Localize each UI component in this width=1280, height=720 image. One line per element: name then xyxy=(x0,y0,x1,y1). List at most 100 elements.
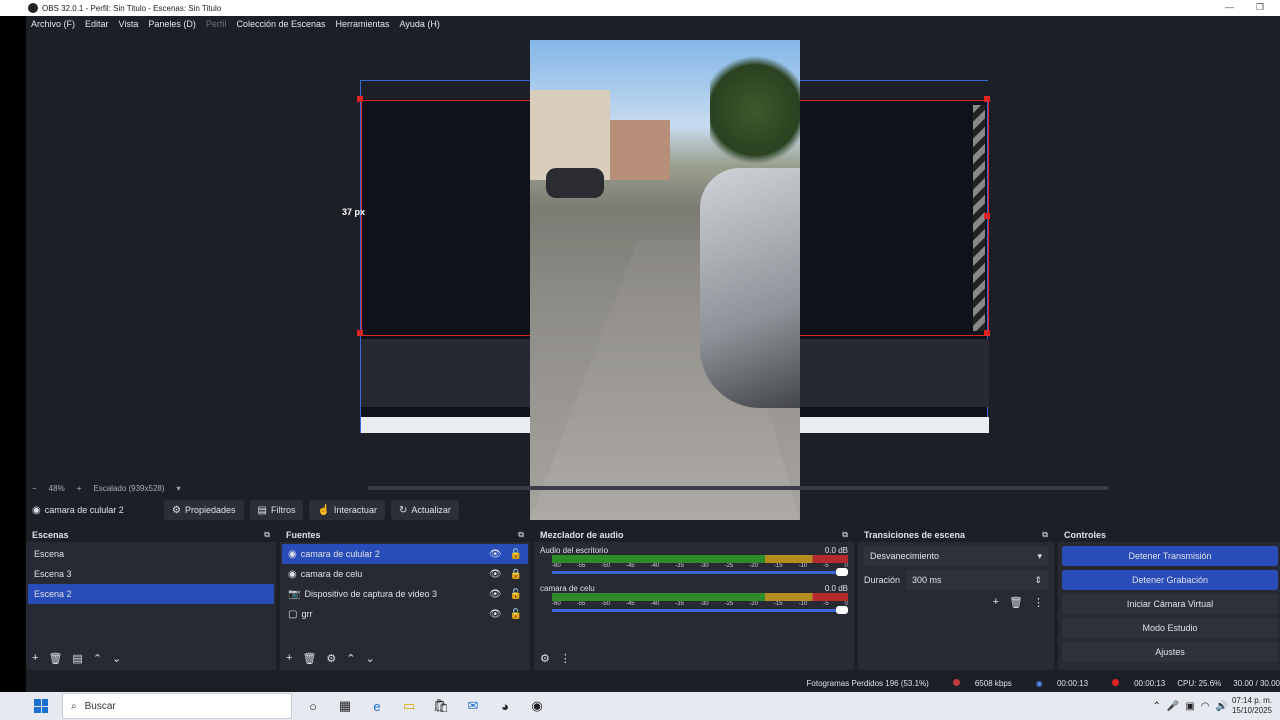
resize-handle[interactable] xyxy=(984,213,990,219)
source-item[interactable]: 📷 Dispositivo de captura de video 3 👁 🔓 xyxy=(282,584,528,604)
menu-perfil[interactable]: Perfil xyxy=(206,19,227,29)
chrome-icon[interactable]: ◕ xyxy=(494,695,516,717)
spin-arrows-icon[interactable]: ⇕ xyxy=(1034,575,1042,586)
source-item-selected[interactable]: ◉ camara de culular 2 👁 🔓 xyxy=(282,544,528,564)
horizontal-scrollbar[interactable] xyxy=(368,486,1108,490)
cortana-icon[interactable]: ○ xyxy=(302,695,324,717)
trash-icon[interactable]: 🗑 xyxy=(1009,596,1023,609)
tick: -25 xyxy=(724,563,734,569)
source-item[interactable]: ▢ grr 👁 🔓 xyxy=(282,604,528,624)
resize-handle[interactable] xyxy=(984,96,990,102)
add-icon[interactable]: + xyxy=(993,596,999,609)
volume-icon[interactable]: 🔊 xyxy=(1216,701,1228,712)
gear-icon[interactable]: ⚙ xyxy=(326,652,336,665)
store-icon[interactable]: 🛍 xyxy=(430,695,452,717)
trash-icon[interactable]: 🗑 xyxy=(48,652,62,665)
wifi-icon[interactable]: ◠ xyxy=(1201,701,1210,712)
stop-recording-button[interactable]: Detener Grabación xyxy=(1062,570,1278,590)
menu-coleccion[interactable]: Colección de Escenas xyxy=(236,19,325,29)
microphone-icon[interactable]: 🎤 xyxy=(1167,701,1179,712)
zoom-out-icon[interactable]: − xyxy=(32,484,37,493)
interact-button[interactable]: ☝ Interactuar xyxy=(309,500,385,520)
menu-ayuda[interactable]: Ayuda (H) xyxy=(400,19,440,29)
zoom-level: 48% xyxy=(48,483,65,493)
preview-canvas[interactable]: 37 px xyxy=(26,32,1280,520)
screen-icon[interactable]: ▣ xyxy=(1185,701,1194,712)
transition-select[interactable]: Desvanecimiento ▾ xyxy=(864,546,1048,566)
refresh-button[interactable]: ↻ Actualizar xyxy=(390,500,459,520)
popout-icon[interactable]: ⧉ xyxy=(1042,530,1048,540)
eye-icon[interactable]: 👁 xyxy=(489,569,502,580)
menu-archivo[interactable]: Archivo (F) xyxy=(31,19,75,29)
lock-icon[interactable]: 🔓 xyxy=(510,549,522,560)
duration-row: Duración 300 ms ⇕ xyxy=(864,570,1048,590)
move-down-icon[interactable]: ⌄ xyxy=(366,652,375,665)
move-up-icon[interactable]: ⌃ xyxy=(346,652,355,665)
stop-streaming-button[interactable]: Detener Transmisión xyxy=(1062,546,1278,566)
video-house xyxy=(610,120,670,180)
minimize-icon[interactable]: — xyxy=(1225,2,1234,13)
move-down-icon[interactable]: ⌄ xyxy=(112,652,121,665)
move-up-icon[interactable]: ⌃ xyxy=(93,652,102,665)
resize-handle[interactable] xyxy=(984,330,990,336)
clock[interactable]: 07:14 p. m. 15/10/2025 xyxy=(1232,696,1272,716)
studio-mode-button[interactable]: Modo Estudio xyxy=(1062,618,1278,638)
edge-icon[interactable]: e xyxy=(366,695,388,717)
volume-slider[interactable] xyxy=(552,606,848,614)
trash-icon[interactable]: 🗑 xyxy=(302,652,316,665)
add-icon[interactable]: + xyxy=(32,652,38,664)
scale-mode[interactable]: Escalado (939x528) xyxy=(93,484,164,493)
distance-label: 37 px xyxy=(342,207,366,217)
lock-icon[interactable]: 🔒 xyxy=(510,569,522,580)
chevron-down-icon[interactable]: ▾ xyxy=(177,484,181,493)
eye-icon[interactable]: 👁 xyxy=(489,549,502,560)
scene-item[interactable]: Escena xyxy=(28,544,274,564)
scene-item-selected[interactable]: Escena 2 xyxy=(28,584,274,604)
duration-spinbox[interactable]: 300 ms ⇕ xyxy=(906,570,1048,590)
tick: -30 xyxy=(699,563,709,569)
lock-icon[interactable]: 🔓 xyxy=(510,609,522,620)
file-explorer-icon[interactable]: ▭ xyxy=(398,695,420,717)
volume-slider[interactable] xyxy=(552,568,848,576)
start-virtual-camera-button[interactable]: Iniciar Cámara Virtual xyxy=(1062,594,1278,614)
task-view-icon[interactable]: ▦ xyxy=(334,695,356,717)
popout-icon[interactable]: ⧉ xyxy=(264,530,270,540)
eye-icon[interactable]: 👁 xyxy=(489,589,502,600)
mail-icon[interactable]: ✉ xyxy=(462,695,484,717)
obs-taskbar-icon[interactable]: ◉ xyxy=(526,695,548,717)
settings-button[interactable]: Ajustes xyxy=(1062,642,1278,662)
zoom-in-icon[interactable]: + xyxy=(77,484,82,493)
chevron-up-icon[interactable]: ⌃ xyxy=(1152,701,1160,712)
taskbar-search[interactable]: ⌕ Buscar xyxy=(62,693,292,719)
menu-vista[interactable]: Vista xyxy=(119,19,139,29)
popout-icon[interactable]: ⧉ xyxy=(842,530,848,540)
resize-handle[interactable] xyxy=(357,96,363,102)
maximize-icon[interactable]: ❐ xyxy=(1256,2,1264,13)
bitrate-icon xyxy=(952,678,960,686)
properties-label: Propiedades xyxy=(184,505,236,515)
tick: -50 xyxy=(601,563,610,569)
add-icon[interactable]: + xyxy=(286,652,292,664)
filter-icon[interactable]: ▤ xyxy=(72,652,82,665)
eye-icon[interactable]: 👁 xyxy=(489,609,502,620)
resize-handle[interactable] xyxy=(357,330,363,336)
popout-icon[interactable]: ⧉ xyxy=(518,530,524,540)
more-icon[interactable]: ⋮ xyxy=(560,652,571,665)
phone-camera-video[interactable] xyxy=(530,40,800,520)
properties-button[interactable]: ⚙ Propiedades xyxy=(164,500,244,520)
windows-start-icon[interactable] xyxy=(34,699,48,713)
more-icon[interactable]: ⋮ xyxy=(1033,596,1044,609)
lock-icon[interactable]: 🔓 xyxy=(510,589,522,600)
menu-editar[interactable]: Editar xyxy=(85,19,109,29)
transitions-header: Transiciones de escena ⧉ xyxy=(858,528,1054,542)
source-item[interactable]: ◉ camara de celu 👁 🔒 xyxy=(282,564,528,584)
scenes-toolbar: + 🗑 ▤ ⌃ ⌄ xyxy=(26,650,121,666)
menu-herramientas[interactable]: Herramientas xyxy=(336,19,390,29)
interact-label: Interactuar xyxy=(333,505,377,515)
controls-header: Controles xyxy=(1058,528,1280,542)
scene-item[interactable]: Escena 3 xyxy=(28,564,274,584)
video-parked-car xyxy=(546,168,604,198)
menu-paneles[interactable]: Paneles (D) xyxy=(148,19,196,29)
settings-icon[interactable]: ⚙ xyxy=(540,652,550,665)
filters-button[interactable]: ▤ Filtros xyxy=(249,500,304,520)
